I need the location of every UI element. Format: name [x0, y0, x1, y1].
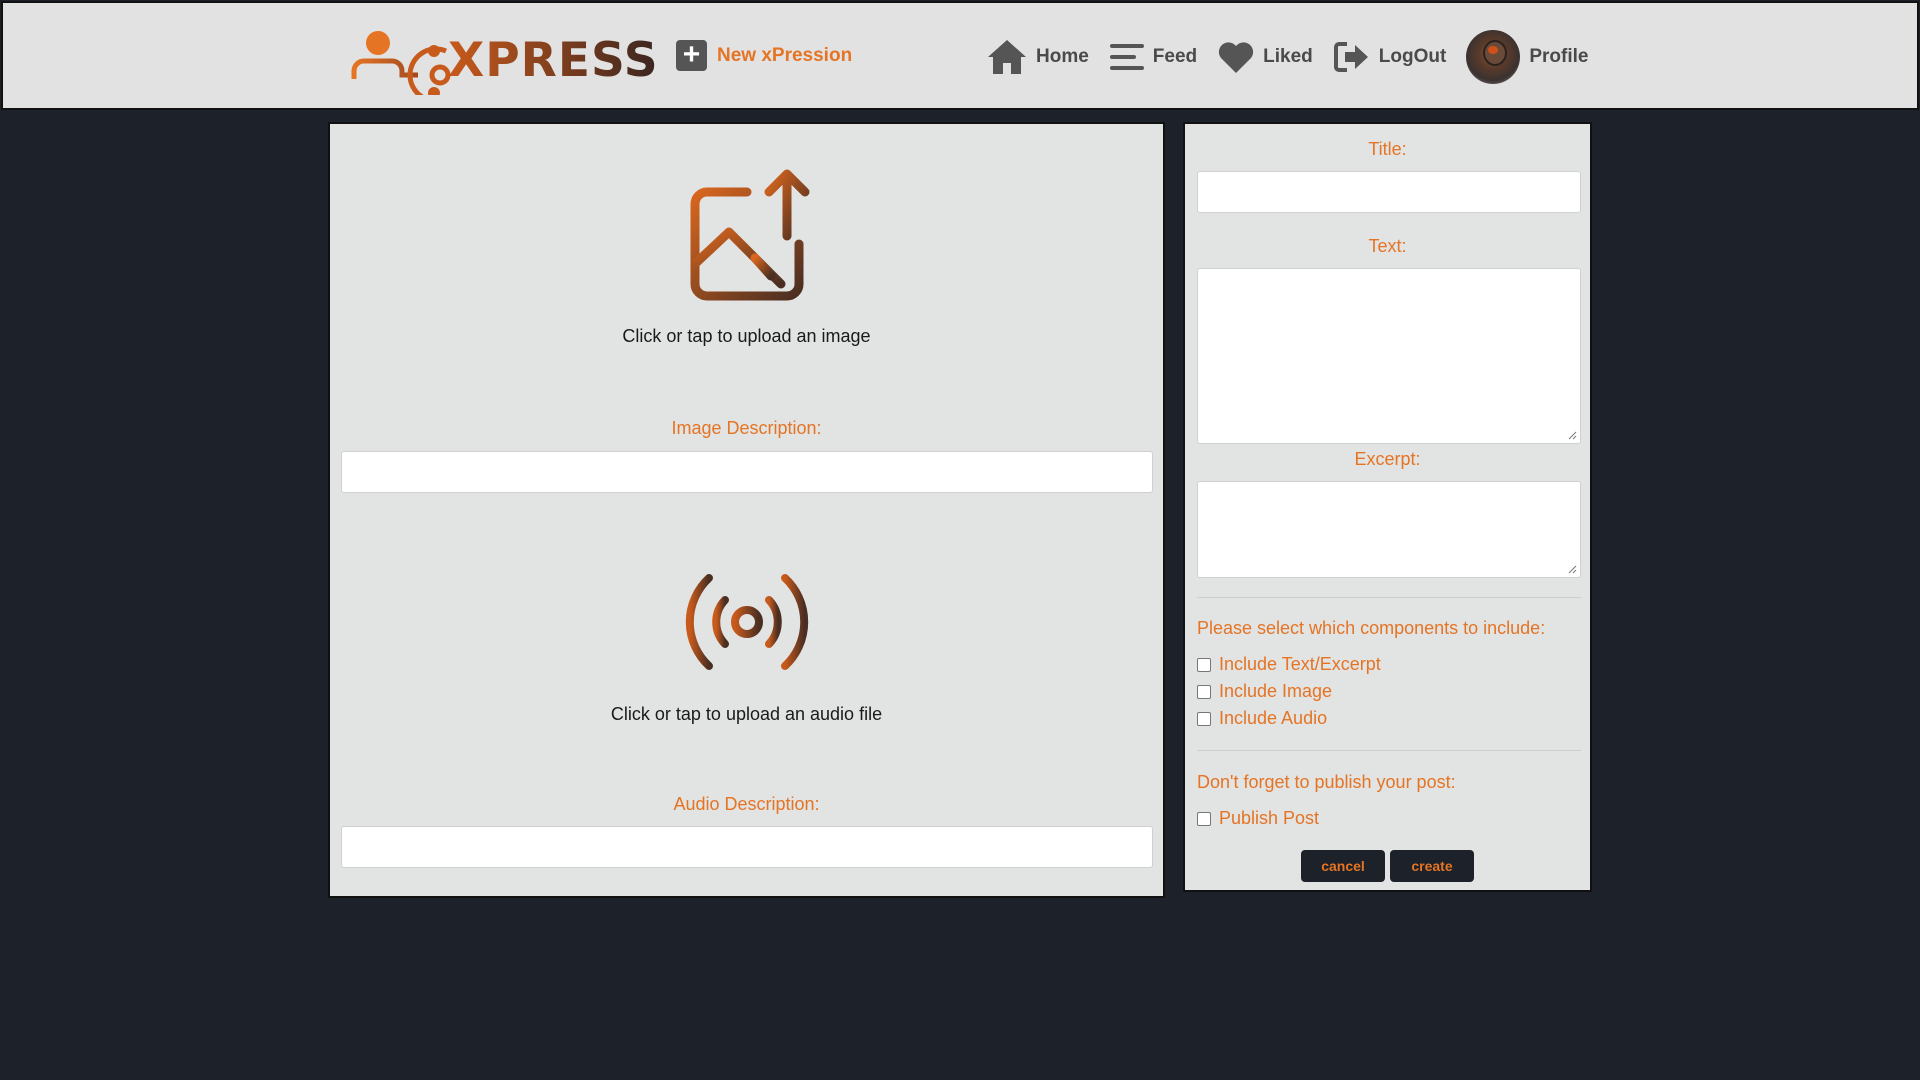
- post-form-card: Title: Text: Excerpt: Please select whic…: [1183, 122, 1592, 892]
- nav-liked-label: Liked: [1263, 46, 1313, 67]
- logo-text: XPRESS: [448, 32, 659, 88]
- new-xpression-label: New xPression: [717, 44, 853, 66]
- include-image-label: Include Image: [1219, 681, 1333, 701]
- include-audio-checkbox-row[interactable]: Include Audio: [1197, 708, 1327, 729]
- text-textarea[interactable]: [1197, 268, 1581, 444]
- nav-links: Home Feed Liked LogOut Profile: [986, 29, 1608, 85]
- image-upload-zone[interactable]: Click or tap to upload an image: [330, 166, 1163, 347]
- audio-upload-text: Click or tap to upload an audio file: [610, 704, 883, 724]
- publish-post-checkbox[interactable]: [1197, 811, 1211, 826]
- nav-logout[interactable]: LogOut: [1333, 40, 1447, 74]
- image-upload-text: Click or tap to upload an image: [622, 326, 871, 346]
- publish-post-label: Publish Post: [1219, 808, 1320, 828]
- create-button[interactable]: create: [1390, 850, 1474, 882]
- image-upload-icon: [690, 169, 809, 301]
- include-image-checkbox-row[interactable]: Include Image: [1197, 681, 1332, 702]
- title-input[interactable]: [1197, 171, 1581, 213]
- avatar: [1466, 30, 1521, 84]
- logo-mark-icon: [351, 31, 451, 95]
- cancel-button[interactable]: cancel: [1301, 850, 1385, 882]
- publish-prompt: Don't forget to publish your post:: [1197, 772, 1456, 792]
- excerpt-textarea[interactable]: [1197, 481, 1581, 578]
- image-description-label: Image Description:: [671, 418, 822, 438]
- nav-home-label: Home: [1036, 46, 1089, 67]
- heart-icon: [1219, 42, 1254, 73]
- top-navbar: XPRESS + New xPression Home Feed Liked L…: [1, 1, 1919, 110]
- resize-grip-icon[interactable]: [1568, 431, 1577, 440]
- audio-description-input[interactable]: [341, 826, 1153, 868]
- include-audio-checkbox[interactable]: [1197, 711, 1211, 726]
- nav-home[interactable]: Home: [986, 38, 1089, 76]
- xpress-logo[interactable]: XPRESS: [348, 25, 658, 95]
- include-text-checkbox[interactable]: [1197, 657, 1211, 672]
- text-label: Text:: [1368, 236, 1407, 256]
- nav-feed[interactable]: Feed: [1109, 42, 1197, 72]
- include-text-checkbox-row[interactable]: Include Text/Excerpt: [1197, 654, 1381, 675]
- menu-icon: [1109, 44, 1144, 70]
- excerpt-label: Excerpt:: [1354, 449, 1421, 469]
- audio-upload-zone[interactable]: Click or tap to upload an audio file: [330, 552, 1163, 725]
- nav-profile-label: Profile: [1529, 46, 1589, 67]
- resize-grip-icon[interactable]: [1568, 565, 1577, 574]
- media-upload-card: Click or tap to upload an image Image De…: [328, 122, 1165, 898]
- audio-broadcast-icon: [685, 574, 808, 670]
- publish-post-checkbox-row[interactable]: Publish Post: [1197, 808, 1319, 829]
- title-label: Title:: [1368, 139, 1407, 159]
- new-xpression-button[interactable]: + New xPression: [676, 40, 852, 71]
- include-image-checkbox[interactable]: [1197, 684, 1211, 699]
- components-prompt: Please select which components to includ…: [1197, 618, 1546, 638]
- include-text-label: Include Text/Excerpt: [1219, 654, 1381, 674]
- audio-description-label: Audio Description:: [673, 794, 820, 814]
- include-audio-label: Include Audio: [1219, 708, 1328, 728]
- logout-icon: [1333, 42, 1368, 72]
- nav-profile[interactable]: Profile: [1466, 30, 1588, 84]
- image-description-input[interactable]: [341, 451, 1153, 493]
- nav-feed-label: Feed: [1152, 46, 1198, 67]
- divider: [1197, 750, 1581, 751]
- plus-icon: +: [676, 40, 707, 71]
- divider: [1197, 597, 1581, 598]
- home-icon: [988, 40, 1026, 74]
- nav-liked[interactable]: Liked: [1217, 40, 1313, 74]
- nav-logout-label: LogOut: [1378, 46, 1447, 67]
